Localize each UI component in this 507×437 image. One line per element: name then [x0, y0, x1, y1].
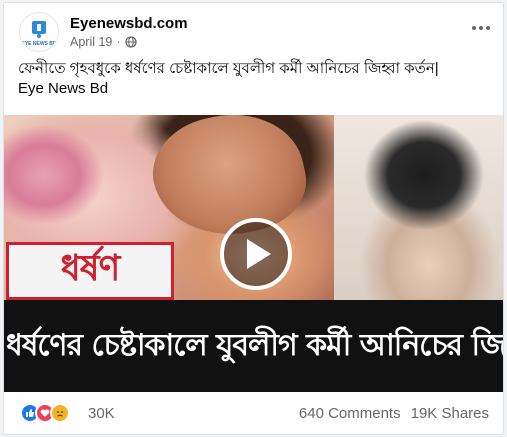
play-icon[interactable] — [220, 218, 292, 290]
avatar[interactable]: EYE NEWS BD — [19, 12, 59, 52]
overlay-label-box: ধর্ষণ — [6, 242, 174, 300]
overlay-label: ধর্ষণ — [60, 248, 121, 289]
more-options-icon[interactable] — [467, 17, 495, 39]
reactions-summary[interactable] — [20, 403, 70, 423]
engagement-stats: 640 Comments 19K Shares — [299, 405, 489, 422]
post-footer: 30K 640 Comments 19K Shares — [4, 397, 503, 431]
post-card: EYE NEWS BD Eyenewsbd.com April 19 · ফেন… — [3, 2, 504, 435]
eye-news-logo-icon — [32, 20, 46, 38]
headline-banner-text: গৃহবধুকে ধর্ষণের চেষ্টাকালে যুবলীগ কর্মী… — [4, 327, 504, 363]
video-thumbnail[interactable]: ধর্ষণ গৃহবধুকে ধর্ষণের চেষ্টাকালে যুবলীগ… — [4, 115, 504, 392]
post-text-line: ফেনীতে গৃহবধুকে ধর্ষণের চেষ্টাকালে যুবলী… — [18, 60, 439, 77]
avatar-label: EYE NEWS BD — [21, 40, 57, 47]
post-header: EYE NEWS BD Eyenewsbd.com April 19 · — [4, 3, 503, 57]
post-text-source: Eye News Bd — [18, 80, 109, 97]
meta-separator: · — [116, 35, 121, 49]
sad-icon — [50, 403, 70, 423]
post-text: ফেনীতে গৃহবধুকে ধর্ষণের চেষ্টাকালে যুবলী… — [18, 59, 498, 99]
page-name[interactable]: Eyenewsbd.com — [70, 15, 188, 32]
post-date[interactable]: April 19 — [70, 35, 112, 49]
globe-icon — [124, 36, 137, 48]
headline-banner: গৃহবধুকে ধর্ষণের চেষ্টাকালে যুবলীগ কর্মী… — [4, 300, 504, 392]
comments-count[interactable]: 640 Comments — [299, 405, 401, 422]
shares-count[interactable]: 19K Shares — [411, 405, 489, 422]
post-meta: April 19 · — [70, 35, 137, 49]
reaction-count[interactable]: 30K — [88, 405, 115, 422]
